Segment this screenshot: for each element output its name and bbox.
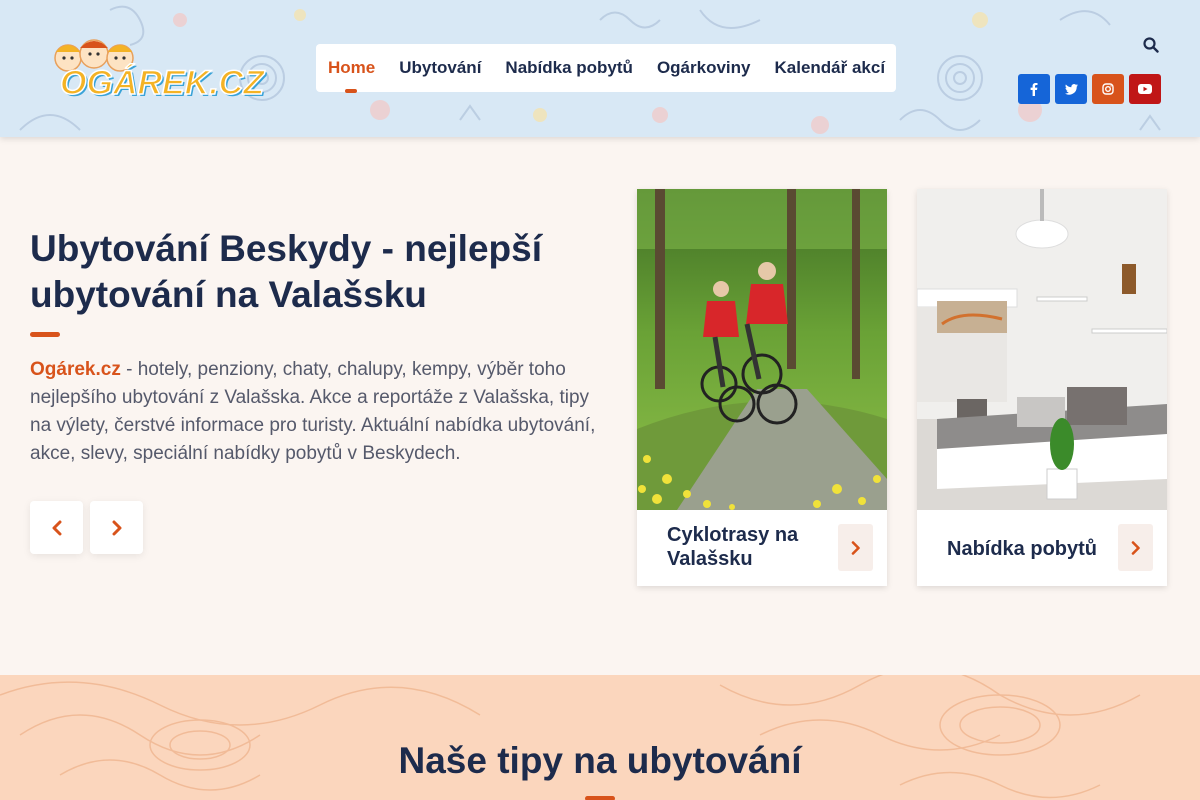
hero-title: Ubytování Beskydy - nejlepší ubytování n… — [30, 228, 543, 315]
card-title: Cyklotrasy na Valašsku — [667, 524, 799, 570]
nav-item-ogarkoviny[interactable]: Ogárkoviny — [657, 58, 751, 78]
site-logo[interactable]: OGÁREK.CZ — [36, 36, 265, 106]
social-links — [1018, 74, 1161, 104]
tips-title-underline — [585, 796, 615, 800]
chevron-left-icon — [52, 520, 61, 535]
instagram-icon — [1102, 83, 1114, 95]
card-title: Nabídka pobytů — [947, 538, 1098, 560]
facebook-icon — [1030, 82, 1038, 96]
instagram-button[interactable] — [1092, 74, 1124, 104]
twitter-button[interactable] — [1055, 74, 1087, 104]
search-icon — [1143, 37, 1159, 53]
twitter-icon — [1064, 83, 1078, 95]
hero-title-underline — [30, 332, 60, 337]
nav-item-ubytovani[interactable]: Ubytování — [399, 58, 481, 78]
nav-item-nabidka-pobytu[interactable]: Nabídka pobytů — [505, 58, 633, 78]
chevron-right-icon — [1131, 540, 1140, 555]
hero-brand-link[interactable]: Ogárek.cz — [30, 359, 121, 380]
youtube-button[interactable] — [1129, 74, 1161, 104]
slider-prev-button[interactable] — [30, 501, 83, 554]
card-nabidka-pobytu[interactable]: Nabídka pobytů — [917, 189, 1167, 586]
hero-description: Ogárek.cz - hotely, penziony, chaty, cha… — [30, 356, 610, 468]
logo-text: OGÁREK.CZ — [59, 63, 265, 103]
facebook-button[interactable] — [1018, 74, 1050, 104]
chevron-right-icon — [112, 520, 121, 535]
nav-item-home[interactable]: Home — [328, 58, 375, 93]
card-arrow-button[interactable] — [1118, 524, 1153, 571]
main-nav: Home Ubytování Nabídka pobytů Ogárkoviny… — [316, 44, 896, 93]
search-button[interactable] — [1126, 20, 1176, 70]
site-header: OGÁREK.CZ Home Ubytování Nabídka pobytů … — [0, 0, 1200, 137]
chevron-right-icon — [851, 540, 860, 555]
tips-title: Naše tipy na ubytování — [398, 740, 802, 781]
apartment-photo — [917, 189, 1167, 510]
slider-next-button[interactable] — [90, 501, 143, 554]
youtube-icon — [1138, 84, 1152, 94]
card-cyklotrasy[interactable]: Cyklotrasy na Valašsku — [637, 189, 887, 586]
card-arrow-button[interactable] — [838, 524, 873, 571]
nav-item-kalendar-akci[interactable]: Kalendář akcí — [774, 58, 885, 78]
cyclists-photo — [637, 189, 887, 510]
